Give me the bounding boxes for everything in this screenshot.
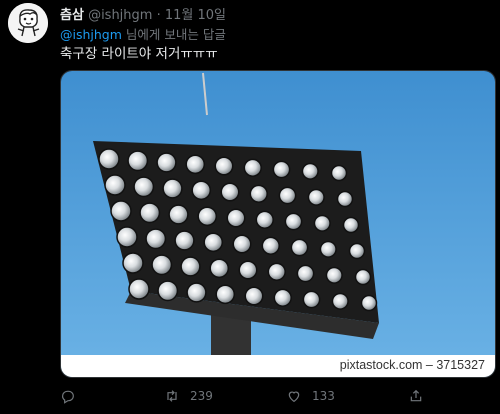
floodlight-lamp — [156, 152, 177, 173]
floodlight-lamp — [342, 216, 360, 234]
floodlight-lamp — [209, 258, 230, 279]
floodlight-lamp — [122, 252, 144, 274]
floodlight-lamp — [244, 286, 264, 306]
floodlight-lamp — [214, 156, 234, 176]
floodlight-lamp — [98, 148, 120, 170]
floodlight-lamp — [313, 214, 331, 232]
floodlight-lamp — [249, 184, 268, 203]
floodlight-lamp — [127, 150, 149, 172]
floodlight-lamp — [116, 226, 138, 248]
floodlight-lamp — [157, 280, 179, 302]
floodlight-lamp — [128, 278, 150, 300]
floodlight-lamp — [331, 292, 349, 310]
floodlight-lamp — [325, 266, 343, 284]
floodlight-lamp — [255, 210, 274, 229]
like-icon — [288, 391, 300, 403]
floodlight-lamp — [151, 254, 173, 276]
retweet-button[interactable]: 239 — [164, 388, 213, 404]
author-handle[interactable]: @ishjhgm — [88, 8, 152, 23]
floodlight-lamp — [139, 202, 161, 224]
author-name[interactable]: 츰삼 — [60, 8, 84, 23]
share-button[interactable] — [408, 388, 434, 404]
avatar-character-icon — [8, 3, 48, 43]
image-watermark: pixtastock.com – 3715327 — [61, 355, 495, 377]
floodlight-lamp — [186, 282, 207, 303]
floodlight-lamp — [191, 180, 212, 201]
floodlight-lamp — [168, 204, 189, 225]
floodlight-lamp — [296, 264, 315, 283]
floodlight-lamp — [348, 242, 366, 260]
floodlight-lamp — [174, 230, 195, 251]
floodlight-lamp — [232, 234, 252, 254]
floodlight-lamp — [273, 288, 292, 307]
floodlight-lamp — [185, 154, 206, 175]
reply-suffix: 님에게 보내는 답글 — [121, 27, 226, 42]
tweet-date[interactable]: 11월 10일 — [165, 8, 226, 23]
floodlight-lamp — [197, 206, 218, 227]
floodlight-lamp — [360, 294, 378, 312]
floodlight-lamp — [267, 262, 286, 281]
retweet-count: 239 — [190, 389, 213, 403]
floodlight-lamp — [301, 162, 319, 180]
like-button[interactable]: 133 — [286, 388, 335, 404]
reply-icon — [62, 390, 74, 404]
floodlight-lamp — [226, 208, 246, 228]
floodlight-lamp — [215, 284, 236, 305]
tweet-actions: 239 133 — [56, 388, 496, 408]
floodlight-lamp — [145, 228, 167, 250]
tweet-header: 츰삼 @ishjhgm · 11월 10일 — [60, 4, 226, 23]
floodlight-lamp — [133, 176, 155, 198]
like-count: 133 — [312, 389, 335, 403]
floodlight-lamp — [238, 260, 258, 280]
stadium-light-photo — [61, 71, 495, 377]
floodlight-lamp — [243, 158, 262, 177]
floodlight-lamp — [220, 182, 240, 202]
floodlight-lamp — [336, 190, 354, 208]
floodlight-lamp — [290, 238, 309, 257]
floodlight-lamp — [307, 188, 325, 206]
retweet-icon — [167, 390, 177, 402]
reply-context: @ishjhgm 님에게 보내는 답글 — [60, 24, 226, 43]
floodlight-lamp — [284, 212, 303, 231]
floodlight-lamp — [302, 290, 321, 309]
floodlight-lamp — [354, 268, 372, 286]
floodlight-lamp — [261, 236, 280, 255]
floodlight-lamp — [162, 178, 183, 199]
floodlight-lamp — [319, 240, 337, 258]
floodlight-lamp — [104, 174, 126, 196]
share-icon — [410, 389, 422, 402]
floodlight-lamp — [278, 186, 297, 205]
tweet-text: 축구장 라이트야 저거ㅠㅠㅠ — [60, 46, 218, 62]
tweet-media-image[interactable]: pixtastock.com – 3715327 — [60, 70, 496, 378]
floodlight-lamp — [330, 164, 348, 182]
floodlight-lamp — [203, 232, 224, 253]
floodlight-lamp — [110, 200, 132, 222]
reply-mention-link[interactable]: @ishjhgm — [60, 27, 122, 42]
separator-dot: · — [156, 8, 161, 23]
avatar[interactable] — [8, 3, 48, 43]
floodlight-lamp — [180, 256, 201, 277]
reply-button[interactable] — [60, 388, 86, 404]
floodlight-lamp — [272, 160, 291, 179]
